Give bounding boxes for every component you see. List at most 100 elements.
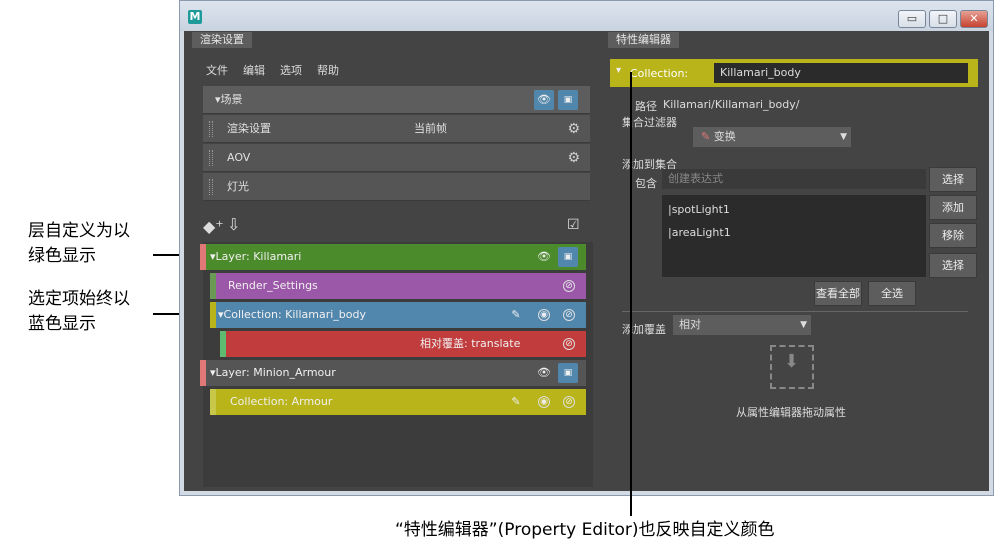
disable-icon[interactable]: ⊘ xyxy=(563,280,575,292)
scene-row-render-settings[interactable]: 渲染设置 当前帧 ⚙ xyxy=(203,115,590,143)
collection-header: ▾ Collection: Killamari_body xyxy=(610,59,978,87)
override-row-translate[interactable]: 相对覆盖: translate ⊘ xyxy=(220,331,586,357)
eye-icon[interactable]: 👁 xyxy=(534,90,554,110)
collection-row-armour[interactable]: Collection: Armour ✎ ◉ ⊘ xyxy=(210,389,586,415)
filter-value: 变换 xyxy=(713,130,736,143)
menu-help[interactable]: 帮助 xyxy=(317,62,339,78)
scene-row-lights[interactable]: 灯光 xyxy=(203,173,590,201)
override-color-swatch xyxy=(220,331,226,357)
disable-icon[interactable]: ⊘ xyxy=(563,338,575,350)
divider xyxy=(622,311,968,312)
scene-row-label: 渲染设置 xyxy=(227,122,271,135)
override-value: 相对 xyxy=(679,318,701,331)
collection-color-swatch xyxy=(210,302,216,328)
collection-name: Collection: Killamari_body xyxy=(223,308,367,321)
members-list[interactable]: |spotLight1 |areaLight1 xyxy=(662,195,926,277)
collection-label: Collection: Armour xyxy=(230,395,333,408)
path-label: 路径 xyxy=(635,100,657,113)
render-view-icon[interactable]: ▣ xyxy=(558,247,578,267)
view-all-button[interactable]: 查看全部 xyxy=(814,281,862,306)
drag-handle-icon[interactable] xyxy=(209,179,213,195)
select-button[interactable]: 选择 xyxy=(929,167,977,192)
chevron-down-icon: ▼ xyxy=(840,132,847,142)
scene-row-aov[interactable]: AOV ⚙ xyxy=(203,144,590,172)
collection-row-killamari-body[interactable]: ▾Collection: Killamari_body ✎ ◉ ⊘ xyxy=(210,302,586,328)
select-button-2[interactable]: 选择 xyxy=(929,253,977,278)
render-setup-panel: 文件 编辑 选项 帮助 ▾场景 👁 ▣ 渲染设置 当前帧 ⚙ AOV ⚙ 灯光 … xyxy=(189,49,594,489)
layer-label: ▾Layer: Minion_Armour xyxy=(210,366,336,379)
drop-target-icon[interactable]: ⬇ xyxy=(770,345,814,389)
transform-filter-icon: ✎ xyxy=(511,395,521,408)
scene-row-value: 当前帧 xyxy=(414,122,447,135)
eye-icon[interactable]: 👁 xyxy=(534,363,554,383)
layer-color-swatch xyxy=(200,244,206,270)
collection-color-swatch xyxy=(210,389,216,415)
close-button[interactable]: ✕ xyxy=(960,10,988,28)
layer-name: Layer: Minion_Armour xyxy=(215,366,336,379)
chevron-down-icon: ▼ xyxy=(800,320,807,330)
transform-filter-icon: ✎ xyxy=(701,130,714,143)
list-item[interactable]: |areaLight1 xyxy=(668,226,731,239)
render-view-icon[interactable]: ▣ xyxy=(558,90,578,110)
annotation-selected-blue: 选定项始终以 蓝色显示 xyxy=(28,287,130,337)
path-value: Killamari/Killamari_body/ xyxy=(663,98,800,111)
list-item[interactable]: |spotLight1 xyxy=(668,203,730,216)
include-expression-input[interactable]: 创建表达式 xyxy=(662,169,926,189)
drag-handle-icon[interactable] xyxy=(209,121,213,137)
add-button[interactable]: 添加 xyxy=(929,195,977,220)
tab-render-setup[interactable]: 渲染设置 xyxy=(192,32,252,48)
disable-icon[interactable]: ⊘ xyxy=(563,309,575,321)
filter-select[interactable]: ✎ 变换 ▼ xyxy=(693,127,851,147)
annotation-selected-blue-text: 选定项始终以 蓝色显示 xyxy=(28,289,130,334)
remove-button[interactable]: 移除 xyxy=(929,223,977,248)
collection-label: Render_Settings xyxy=(228,279,318,292)
layer-row-minion-armour[interactable]: ▾Layer: Minion_Armour 👁 ▣ xyxy=(200,360,586,386)
gear-icon[interactable]: ⚙ xyxy=(567,121,580,137)
disable-icon[interactable]: ⊘ xyxy=(563,396,575,408)
layer-label: ▾Layer: Killamari xyxy=(210,250,302,263)
scene-row-label: 灯光 xyxy=(227,180,249,193)
import-icon[interactable]: ⇩ xyxy=(227,215,240,234)
checklist-icon[interactable]: ☑ xyxy=(567,217,580,233)
annotation-layer-color-text: 层自定义为以 绿色显示 xyxy=(28,221,130,266)
include-label: 包含 xyxy=(635,177,657,190)
collection-name-field[interactable]: Killamari_body xyxy=(714,63,968,83)
override-label: 添加覆盖 xyxy=(622,323,666,336)
menu-edit[interactable]: 编辑 xyxy=(243,62,265,78)
menu-file[interactable]: 文件 xyxy=(206,62,228,78)
render-view-icon[interactable]: ▣ xyxy=(558,363,578,383)
annotation-property-editor: “特性编辑器”(Property Editor)也反映自定义颜色 xyxy=(395,518,775,543)
layer-color-swatch xyxy=(200,360,206,386)
select-all-button[interactable]: 全选 xyxy=(868,281,916,306)
drop-hint: 从属性编辑器拖动属性 xyxy=(736,406,846,419)
layer-row-killamari[interactable]: ▾Layer: Killamari 👁 ▣ xyxy=(200,244,586,270)
arrow-down-icon: ⬇ xyxy=(784,351,800,372)
eye-icon[interactable]: 👁 xyxy=(534,247,554,267)
minimize-button[interactable]: ▭ xyxy=(898,10,926,28)
maximize-button[interactable]: □ xyxy=(929,10,957,28)
collapse-arrow-icon[interactable]: ▾ xyxy=(616,65,621,76)
collection-label: ▾Collection: Killamari_body xyxy=(218,308,367,321)
maya-logo-icon: M xyxy=(188,10,202,24)
scene-header-label: ▾场景 xyxy=(215,93,243,106)
transform-filter-icon: ✎ xyxy=(511,308,521,321)
collection-row-render-settings[interactable]: Render_Settings ⊘ xyxy=(210,273,586,299)
scene-header[interactable]: ▾场景 👁 ▣ xyxy=(203,86,590,114)
annotation-property-editor-text: “特性编辑器”(Property Editor)也反映自定义颜色 xyxy=(395,520,775,540)
property-editor-panel: ▾ Collection: Killamari_body 路径 Killamar… xyxy=(602,49,984,489)
callout-line-property-editor xyxy=(630,72,632,516)
scene-row-label: AOV xyxy=(227,151,251,164)
override-select[interactable]: 相对 ▼ xyxy=(673,315,811,335)
render-setup-window: M ▭ □ ✕ 渲染设置 特性编辑器 文件 编辑 选项 帮助 ▾场景 👁 ▣ 渲… xyxy=(179,0,994,496)
isolate-icon[interactable]: ◉ xyxy=(538,309,550,321)
isolate-icon[interactable]: ◉ xyxy=(538,396,550,408)
drag-handle-icon[interactable] xyxy=(209,150,213,166)
layer-name: Layer: Killamari xyxy=(215,250,302,263)
create-layer-icon[interactable]: ◆⁺ xyxy=(203,217,224,236)
window-client: 渲染设置 特性编辑器 文件 编辑 选项 帮助 ▾场景 👁 ▣ 渲染设置 当前帧 … xyxy=(184,31,989,491)
menu-options[interactable]: 选项 xyxy=(280,62,302,78)
annotation-layer-color: 层自定义为以 绿色显示 xyxy=(28,219,130,269)
tab-property-editor[interactable]: 特性编辑器 xyxy=(608,32,679,48)
gear-icon[interactable]: ⚙ xyxy=(567,150,580,166)
title-bar[interactable]: M ▭ □ ✕ xyxy=(180,1,993,31)
